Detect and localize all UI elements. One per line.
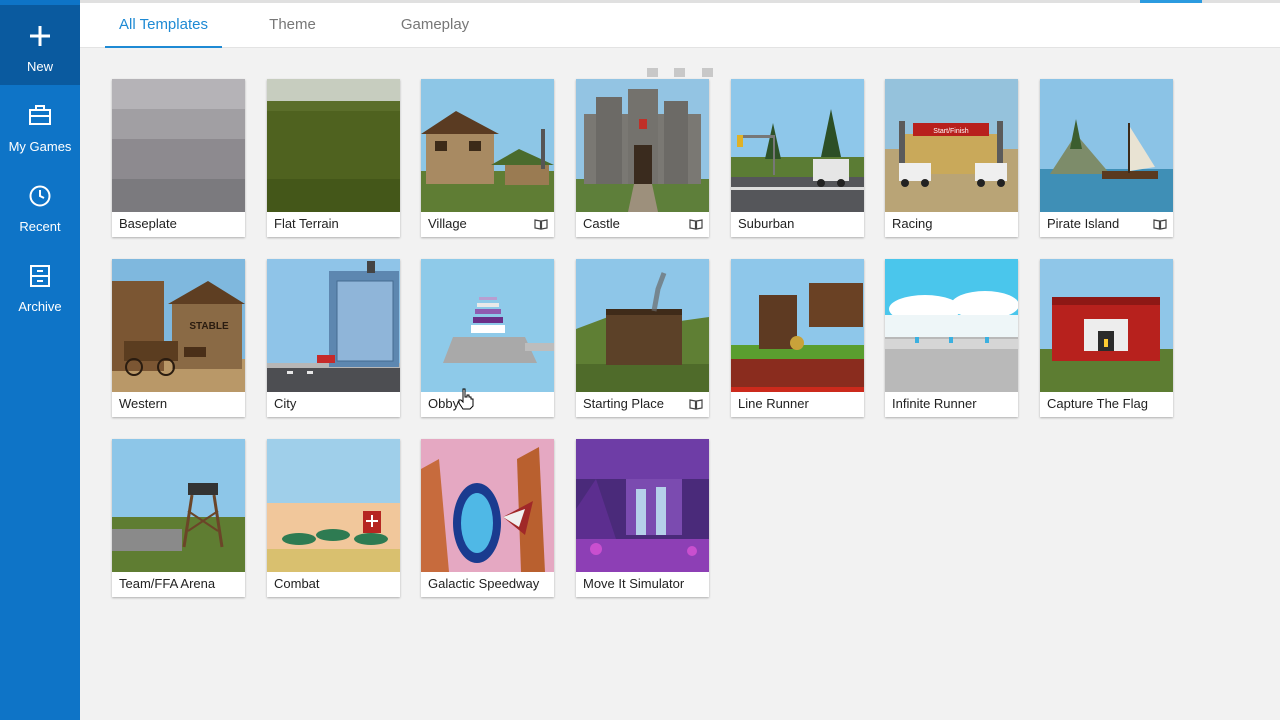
sidebar-item-new[interactable]: New (0, 5, 80, 85)
template-card-baseplate[interactable]: Baseplate (112, 79, 245, 237)
template-name: Suburban (738, 216, 795, 231)
template-name: Starting Place (583, 396, 664, 411)
loading-dot (647, 68, 658, 77)
template-thumbnail (267, 79, 400, 212)
template-card-western[interactable]: STABLE Western (112, 259, 245, 417)
template-card-line-runner[interactable]: Line Runner (731, 259, 864, 417)
template-card-obby[interactable]: Obby (421, 259, 554, 417)
template-thumbnail (1040, 79, 1173, 212)
sidebar-item-label: Recent (19, 219, 61, 234)
sidebar-item-label: Archive (18, 299, 62, 314)
sidebar-item-label: New (26, 59, 53, 74)
sidebar-item-label: My Games (8, 139, 72, 154)
template-card-city[interactable]: City (267, 259, 400, 417)
tutorial-book-icon (534, 219, 548, 230)
template-card-pirate-island[interactable]: Pirate Island (1040, 79, 1173, 237)
start-finish-banner-text: Start/Finish (933, 128, 969, 135)
tab-all-templates[interactable]: All Templates (105, 0, 222, 48)
top-indicator (1140, 0, 1202, 3)
template-name: Flat Terrain (274, 216, 339, 231)
template-card-combat[interactable]: Combat (267, 439, 400, 597)
template-thumbnail (576, 79, 709, 212)
sidebar-item-recent[interactable]: Recent (0, 165, 80, 245)
archive-box-icon (30, 265, 50, 287)
template-name: City (274, 396, 297, 411)
tutorial-book-icon (689, 219, 703, 230)
template-card-flat-terrain[interactable]: Flat Terrain (267, 79, 400, 237)
template-name: Galactic Speedway (428, 576, 540, 591)
template-thumbnail (885, 259, 1018, 392)
template-name: Capture The Flag (1047, 396, 1148, 411)
hand-cursor-icon (458, 388, 474, 410)
template-name: Obby (428, 396, 460, 411)
template-card-racing[interactable]: Start/Finish Racing (885, 79, 1018, 237)
sidebar-item-archive[interactable]: Archive (0, 245, 80, 325)
briefcase-icon (29, 105, 51, 125)
template-card-capture-the-flag[interactable]: Capture The Flag (1040, 259, 1173, 417)
tab-bar: All Templates Theme Gameplay (80, 0, 1280, 48)
template-card-starting-place[interactable]: Starting Place (576, 259, 709, 417)
template-card-galactic-speedway[interactable]: Galactic Speedway (421, 439, 554, 597)
template-thumbnail (731, 259, 864, 392)
loading-dot (674, 68, 685, 77)
template-card-suburban[interactable]: Suburban (731, 79, 864, 237)
template-thumbnail (421, 259, 554, 392)
template-card-castle[interactable]: Castle (576, 79, 709, 237)
template-name: Baseplate (119, 216, 177, 231)
template-thumbnail (576, 259, 709, 392)
template-thumbnail (112, 439, 245, 572)
template-name: Combat (274, 576, 320, 591)
template-name: Pirate Island (1047, 216, 1120, 231)
tutorial-book-icon (689, 399, 703, 410)
tab-theme[interactable]: Theme (260, 0, 325, 47)
template-name: Infinite Runner (892, 396, 977, 411)
template-thumbnail (112, 79, 245, 212)
template-name: Racing (892, 216, 933, 231)
template-name: Village (428, 216, 467, 231)
sidebar: New My Games Recent Archive (0, 0, 80, 720)
sidebar-item-my-games[interactable]: My Games (0, 85, 80, 165)
tutorial-book-icon (1153, 219, 1167, 230)
plus-icon (30, 26, 50, 46)
clock-icon (29, 185, 51, 207)
loading-dot (702, 68, 713, 77)
template-name: Line Runner (738, 396, 809, 411)
template-card-move-it-simulator[interactable]: Move It Simulator (576, 439, 709, 597)
template-thumbnail (576, 439, 709, 572)
template-name: Castle (583, 216, 620, 231)
template-card-village[interactable]: Village (421, 79, 554, 237)
template-thumbnail (1040, 259, 1173, 392)
template-thumbnail (731, 79, 864, 212)
template-card-team-ffa-arena[interactable]: Team/FFA Arena (112, 439, 245, 597)
stable-sign-text: STABLE (189, 321, 229, 332)
template-name: Move It Simulator (583, 576, 685, 591)
template-name: Team/FFA Arena (119, 576, 216, 591)
template-thumbnail (267, 259, 400, 392)
template-thumbnail: Start/Finish (885, 79, 1018, 212)
tab-gameplay[interactable]: Gameplay (392, 0, 478, 47)
template-thumbnail (421, 79, 554, 212)
template-thumbnail (421, 439, 554, 572)
template-thumbnail (267, 439, 400, 572)
template-card-infinite-runner[interactable]: Infinite Runner (885, 259, 1018, 417)
template-name: Western (119, 396, 168, 411)
template-thumbnail: STABLE (112, 259, 245, 392)
